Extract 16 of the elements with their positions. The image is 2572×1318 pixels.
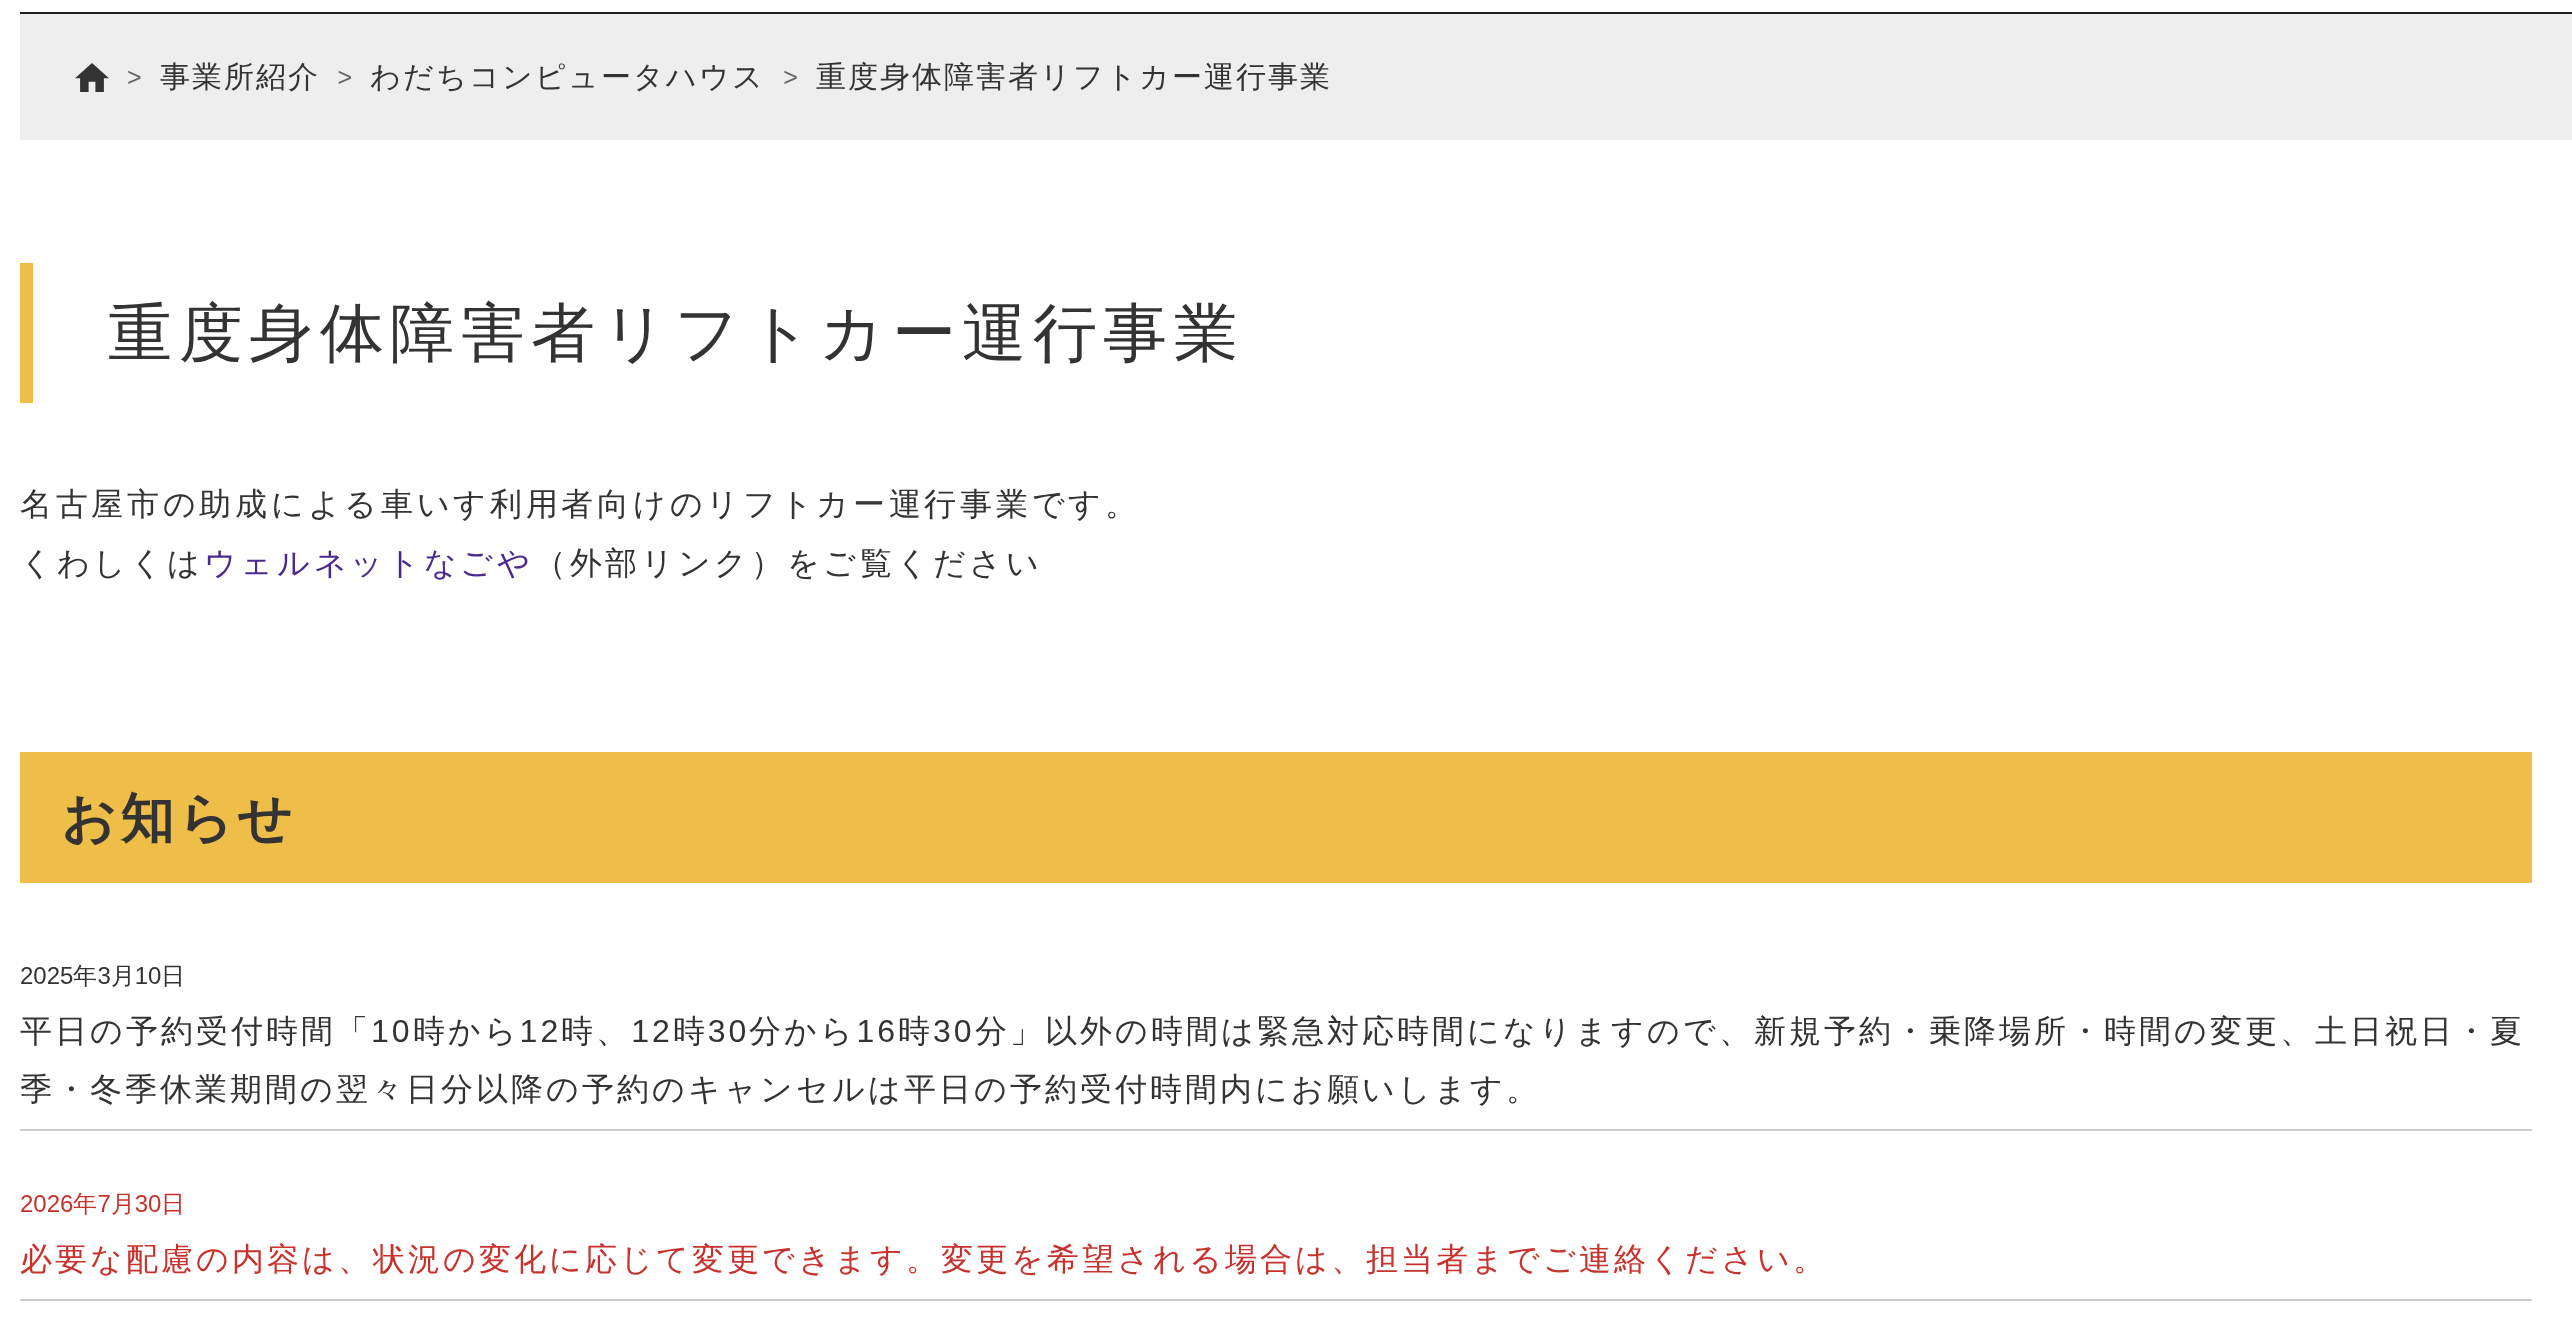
notice-text: 必要な配慮の内容は、状況の変化に応じて変更できます。変更を希望される場合は、担当者までご連絡ください。 (20, 1240, 1829, 1279)
breadcrumb-link[interactable]: わだちコンピュータハウス (370, 56, 766, 98)
intro-text: 名古屋市の助成による車いす利用者向けのリフトカー運行事業です。 (20, 485, 1142, 524)
breadcrumb-current: 重度身体障害者リフトカー運行事業 (815, 58, 1332, 95)
breadcrumb-separator: > (783, 62, 798, 92)
intro-text: くわしくは ウェルネットなごや（外部リンク）をご覧ください (20, 544, 1044, 583)
notice-text: 平日の予約受付時間「10時から12時、12時30分から16時30分」以外の時間は緊急対応時間になりますので、新規予約・乗降場所・時間の変更、土日祝日・夏季・冬季休業期間の翌々日分以降の予約のキャンセルは平日の予約受付時間内にお願いします。 (20, 1012, 2526, 1109)
breadcrumb-separator: > (127, 62, 142, 92)
breadcrumb-link[interactable]: 事業所紹介 (159, 56, 320, 98)
home-icon[interactable] (75, 62, 109, 92)
section-heading: お知らせ (20, 752, 2532, 883)
notice-date: 2026年7月30日 (20, 1189, 187, 1219)
external-link[interactable]: ウェルネットなごや (203, 545, 534, 581)
notice-date: 2025年3月10日 (20, 961, 187, 991)
page-title: 重度身体障害者リフトカー運行事業 (108, 296, 1244, 371)
breadcrumb-separator: > (337, 62, 353, 92)
